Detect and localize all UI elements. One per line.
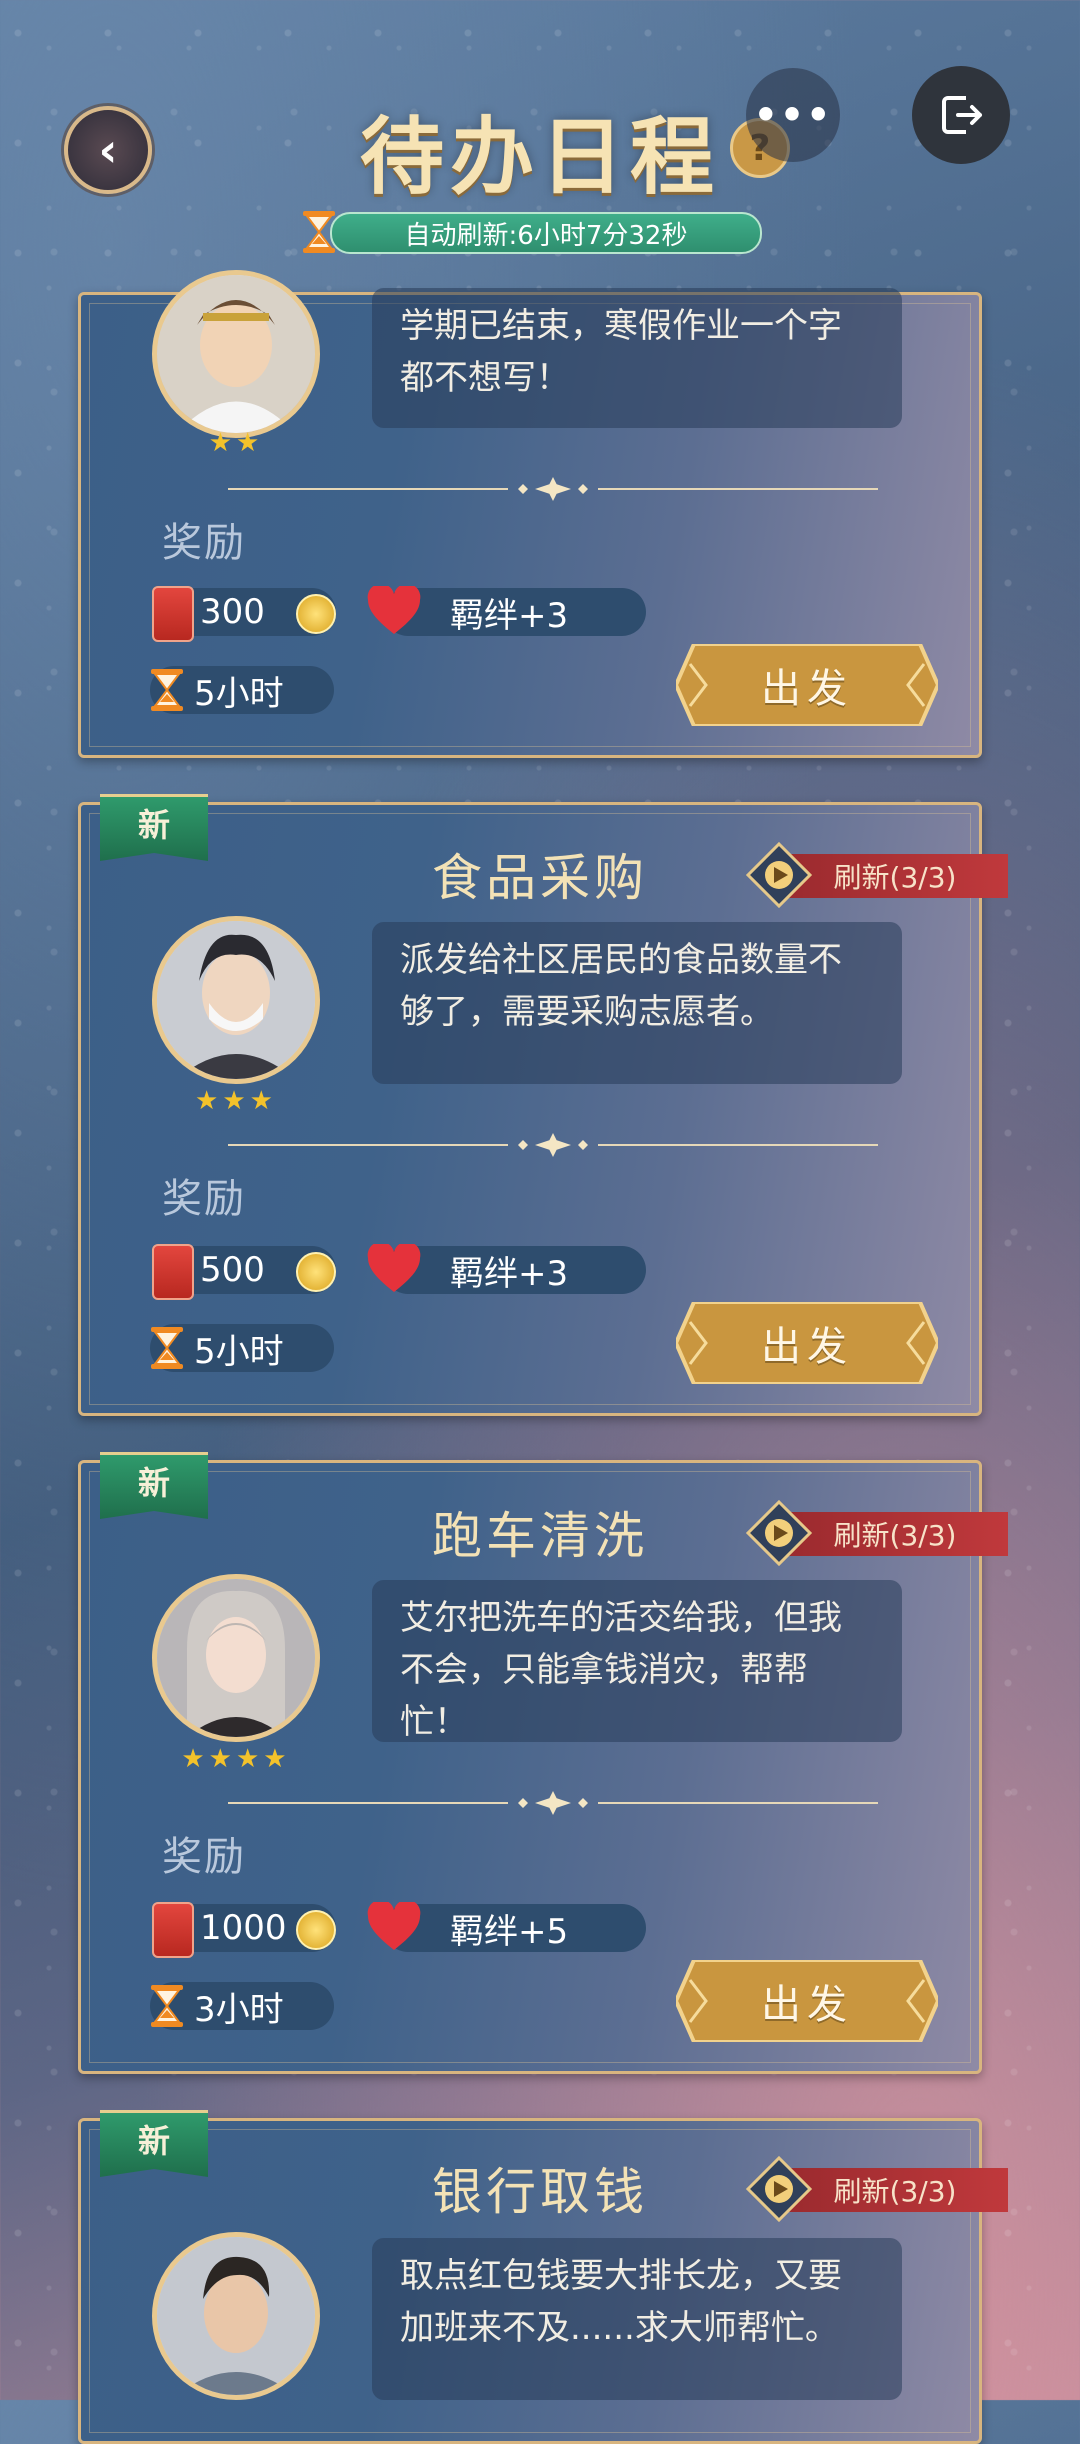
heart-icon — [367, 1902, 421, 1950]
ornament-divider — [228, 477, 878, 501]
more-button[interactable]: ••• — [746, 68, 840, 162]
reward-label: 奖励 — [162, 520, 246, 566]
heart-icon — [367, 586, 421, 634]
hourglass-icon — [151, 669, 183, 711]
task-description: 取点红包钱要大排长龙，又要加班来不及......求大师帮忙。 — [372, 2238, 902, 2400]
red-envelope-icon — [152, 1244, 194, 1300]
refresh-count: 刷新(3/3) — [782, 854, 1008, 898]
character-portrait — [157, 275, 315, 433]
star-rating: ★★★★ — [181, 1744, 291, 1774]
exit-button[interactable] — [912, 66, 1010, 164]
ornament-divider — [228, 1791, 878, 1815]
character-portrait — [157, 921, 315, 1079]
coin-amount: 300 — [200, 592, 265, 632]
task-description: 艾尔把洗车的活交给我，但我不会，只能拿钱消灾，帮帮忙！ — [372, 1580, 902, 1742]
coin-icon — [296, 594, 336, 634]
play-diamond-icon — [746, 2156, 812, 2222]
bond-reward: 羁绊+3 — [384, 1246, 646, 1294]
bond-amount: 羁绊+3 — [450, 595, 569, 636]
go-button[interactable]: 出发 — [676, 1302, 938, 1384]
heart-icon — [367, 1244, 421, 1292]
avatar[interactable] — [152, 916, 320, 1084]
avatar[interactable] — [152, 2232, 320, 2400]
character-portrait — [157, 2237, 315, 2395]
refresh-button[interactable]: 刷新(3/3) — [746, 842, 1008, 908]
task-description: 派发给社区居民的食品数量不够了，需要采购志愿者。 — [372, 922, 902, 1084]
star-rating: ★★ — [208, 428, 264, 458]
hourglass-icon — [151, 1985, 183, 2027]
auto-refresh-text: 自动刷新:6小时7分32秒 — [330, 212, 762, 254]
exit-icon — [942, 96, 982, 134]
auto-refresh-timer: 自动刷新:6小时7分32秒 — [300, 210, 762, 254]
coin-icon — [296, 1910, 336, 1950]
duration-text: 3小时 — [194, 1989, 284, 2030]
bond-amount: 羁绊+3 — [450, 1253, 569, 1294]
reward-label: 奖励 — [162, 1834, 246, 1880]
red-envelope-icon — [152, 586, 194, 642]
coin-icon — [296, 1252, 336, 1292]
bond-reward: 羁绊+3 — [384, 588, 646, 636]
reward-label: 奖励 — [162, 1176, 246, 1222]
task-description: 学期已结束，寒假作业一个字都不想写！ — [372, 288, 902, 428]
duration-text: 5小时 — [194, 673, 284, 714]
red-envelope-icon — [152, 1902, 194, 1958]
refresh-count: 刷新(3/3) — [782, 1512, 1008, 1556]
header: ‹ 待办日程 ? ••• 自动刷新:6小时7分32秒 — [0, 0, 1080, 280]
coin-amount: 500 — [200, 1250, 265, 1290]
refresh-count: 刷新(3/3) — [782, 2168, 1008, 2212]
go-button[interactable]: 出发 — [676, 1960, 938, 2042]
refresh-button[interactable]: 刷新(3/3) — [746, 2156, 1008, 2222]
go-button[interactable]: 出发 — [676, 644, 938, 726]
avatar[interactable] — [152, 1574, 320, 1742]
star-rating: ★★★ — [195, 1086, 277, 1116]
coin-amount: 1000 — [200, 1908, 287, 1948]
avatar[interactable] — [152, 270, 320, 438]
hourglass-icon — [151, 1327, 183, 1369]
refresh-button[interactable]: 刷新(3/3) — [746, 1500, 1008, 1566]
play-diamond-icon — [746, 1500, 812, 1566]
ornament-divider — [228, 1133, 878, 1157]
play-diamond-icon — [746, 842, 812, 908]
character-portrait — [157, 1579, 315, 1737]
duration-text: 5小时 — [194, 1331, 284, 1372]
bond-amount: 羁绊+5 — [450, 1911, 569, 1952]
bond-reward: 羁绊+5 — [384, 1904, 646, 1952]
